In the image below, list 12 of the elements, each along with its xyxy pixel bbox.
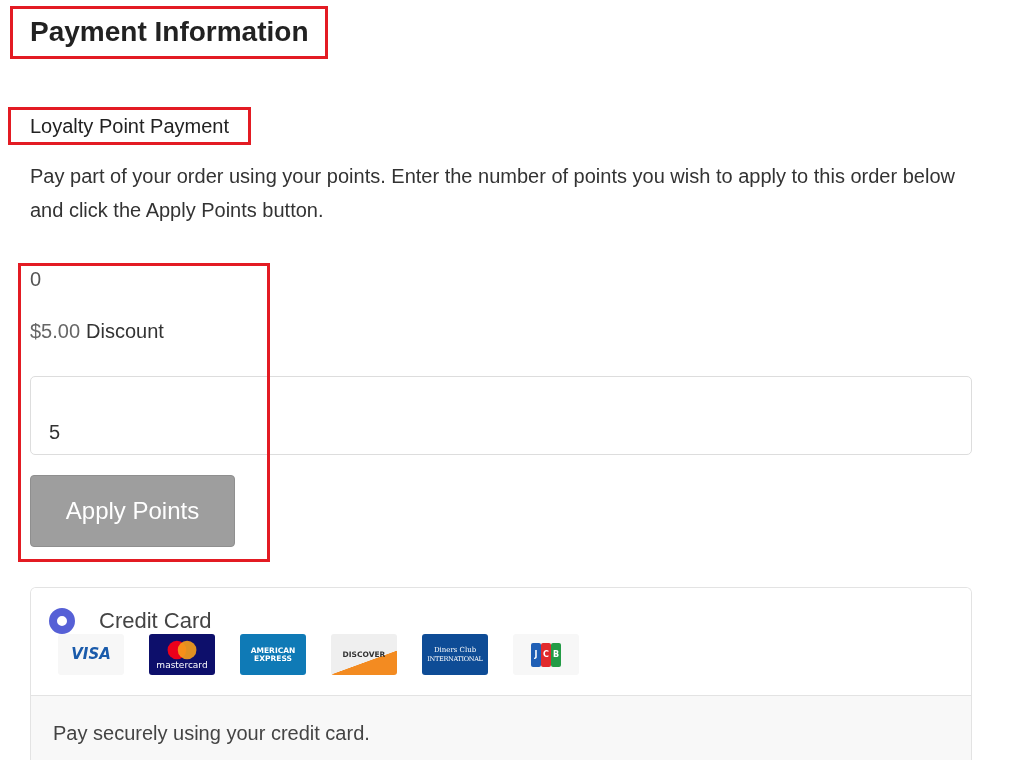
- section-heading: Loyalty Point Payment: [30, 114, 229, 138]
- discount-label: Discount: [86, 320, 164, 342]
- page-title: Payment Information: [30, 16, 309, 48]
- payment-method-label[interactable]: Credit Card: [99, 608, 212, 634]
- payment-method-description: Pay securely using your credit card.: [53, 722, 371, 745]
- loyalty-description: Pay part of your order using your points. Enter the number of points you wish to apply to this order below and click the Apply Points button.: [30, 164, 956, 223]
- card-logo: VISA: [58, 634, 124, 675]
- discount-amount: $5.00: [30, 320, 81, 342]
- card-logo: J C B: [513, 634, 579, 675]
- points-input-field[interactable]: 5: [30, 376, 972, 455]
- points-balance: 0: [30, 267, 43, 291]
- card-logo: mastercard: [149, 634, 215, 675]
